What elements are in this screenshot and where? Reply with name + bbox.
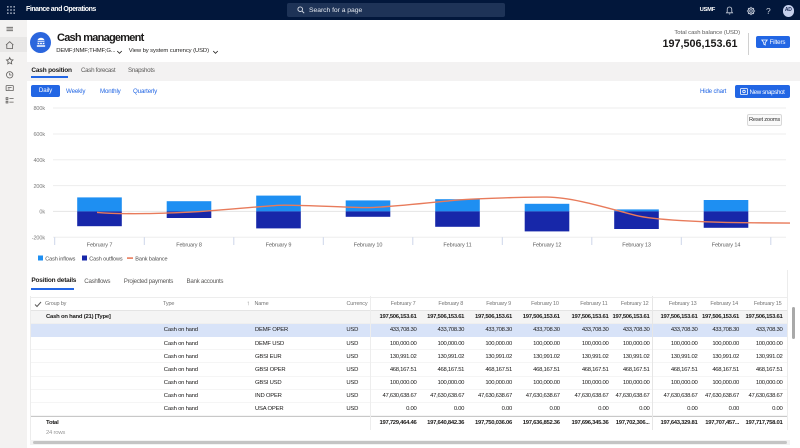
svg-text:-200k: -200k <box>32 236 46 242</box>
svg-text:February 7: February 7 <box>87 243 113 249</box>
svg-text:February 9: February 9 <box>266 243 292 249</box>
svg-text:February 14: February 14 <box>712 243 741 249</box>
svg-text:200k: 200k <box>33 184 45 190</box>
svg-text:600k: 600k <box>33 132 45 138</box>
svg-text:February 10: February 10 <box>354 243 383 249</box>
svg-text:0k: 0k <box>39 210 45 216</box>
svg-text:800k: 800k <box>33 106 45 112</box>
svg-text:Bank balance: Bank balance <box>135 257 167 263</box>
svg-text:February 12: February 12 <box>533 243 562 249</box>
svg-text:February 13: February 13 <box>622 243 651 249</box>
svg-text:February 8: February 8 <box>176 243 202 249</box>
svg-text:Cash outflows: Cash outflows <box>89 257 123 263</box>
svg-text:400k: 400k <box>33 158 45 164</box>
svg-text:February 11: February 11 <box>443 243 471 249</box>
svg-text:Cash inflows: Cash inflows <box>45 257 75 263</box>
